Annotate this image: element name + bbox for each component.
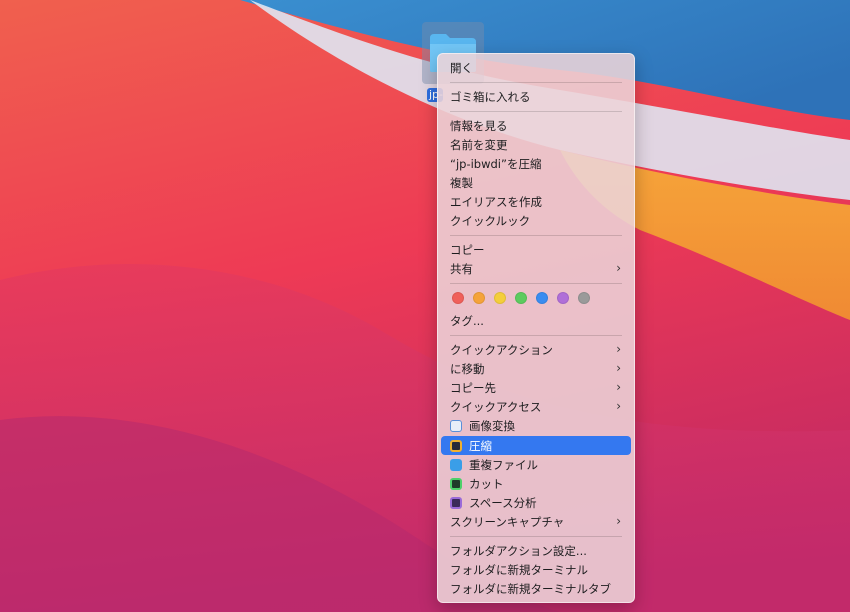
context-menu: 開く ゴミ箱に入れる 情報を見る 名前を変更 “jp-ibwdi”を圧縮 複製 … <box>437 53 635 603</box>
menu-item-label: 圧縮 <box>469 438 492 453</box>
menu-item-get-info[interactable]: 情報を見る <box>441 116 631 135</box>
menu-item-quick-look[interactable]: クイックルック <box>441 211 631 230</box>
menu-item-label: カット <box>469 476 504 491</box>
chevron-right-icon: › <box>616 342 621 356</box>
menu-separator <box>450 335 622 336</box>
menu-item-label: 複製 <box>450 175 473 190</box>
menu-item-label: クイックアクション <box>450 342 553 357</box>
menu-item-label: 共有 <box>450 261 473 276</box>
menu-item-label: スクリーンキャプチャ <box>450 514 565 529</box>
menu-item-label: クイックアクセス <box>450 399 542 414</box>
menu-item-open[interactable]: 開く <box>441 58 631 77</box>
menu-item-make-alias[interactable]: エイリアスを作成 <box>441 192 631 211</box>
scissors-icon <box>450 477 462 490</box>
chevron-right-icon: › <box>616 261 621 275</box>
menu-item-duplicate[interactable]: 複製 <box>441 173 631 192</box>
tag-yellow-dot[interactable] <box>494 292 506 304</box>
tag-color-row <box>452 292 590 306</box>
chevron-right-icon: › <box>616 380 621 394</box>
menu-separator <box>450 536 622 537</box>
menu-item-label: スペース分析 <box>469 495 537 510</box>
menu-item-label: 名前を変更 <box>450 137 508 152</box>
tag-blue-dot[interactable] <box>536 292 548 304</box>
menu-item-new-terminal-at-folder[interactable]: フォルダに新規ターミナル <box>441 560 631 579</box>
tag-purple-dot[interactable] <box>557 292 569 304</box>
menu-item-image-convert[interactable]: 画像変換 <box>441 416 631 435</box>
menu-item-copy-to[interactable]: コピー先 › <box>441 378 631 397</box>
menu-item-label: に移動 <box>450 361 485 376</box>
menu-item-rename[interactable]: 名前を変更 <box>441 135 631 154</box>
menu-item-move-to[interactable]: に移動 › <box>441 359 631 378</box>
menu-item-compress[interactable]: 圧縮 <box>441 436 631 455</box>
menu-separator <box>450 235 622 236</box>
chevron-right-icon: › <box>616 514 621 528</box>
menu-item-folder-action-setup[interactable]: フォルダアクション設定... <box>441 541 631 560</box>
tag-orange-dot[interactable] <box>473 292 485 304</box>
menu-separator <box>450 111 622 112</box>
disk-analyzer-icon <box>450 496 462 509</box>
menu-item-tags[interactable]: タグ... <box>441 311 631 330</box>
menu-item-new-terminal-tab-at-folder[interactable]: フォルダに新規ターミナルタブ <box>441 579 631 598</box>
menu-item-screen-capture[interactable]: スクリーンキャプチャ › <box>441 512 631 531</box>
tag-gray-dot[interactable] <box>578 292 590 304</box>
menu-item-label: エイリアスを作成 <box>450 194 542 209</box>
archive-icon <box>450 439 462 452</box>
tag-green-dot[interactable] <box>515 292 527 304</box>
menu-item-label: “jp-ibwdi”を圧縮 <box>450 156 542 171</box>
menu-separator <box>450 82 622 83</box>
duplicate-files-icon <box>450 458 462 471</box>
chevron-right-icon: › <box>616 361 621 375</box>
menu-item-label: タグ... <box>450 313 484 328</box>
image-convert-icon <box>450 419 462 432</box>
desktop-wallpaper <box>0 0 850 612</box>
tag-red-dot[interactable] <box>452 292 464 304</box>
menu-item-label: 重複ファイル <box>469 457 538 472</box>
menu-item-compress-named[interactable]: “jp-ibwdi”を圧縮 <box>441 154 631 173</box>
menu-item-label: 情報を見る <box>450 118 508 133</box>
menu-item-cut[interactable]: カット <box>441 474 631 493</box>
chevron-right-icon: › <box>616 399 621 413</box>
menu-item-label: コピー <box>450 242 485 257</box>
menu-item-space-analysis[interactable]: スペース分析 <box>441 493 631 512</box>
menu-item-share[interactable]: 共有 › <box>441 259 631 278</box>
menu-item-label: フォルダに新規ターミナル <box>450 562 588 577</box>
menu-item-label: 開く <box>450 60 473 75</box>
menu-item-copy[interactable]: コピー <box>441 240 631 259</box>
menu-item-duplicate-files[interactable]: 重複ファイル <box>441 455 631 474</box>
menu-item-quick-access[interactable]: クイックアクセス › <box>441 397 631 416</box>
menu-item-quick-actions[interactable]: クイックアクション › <box>441 340 631 359</box>
menu-item-label: コピー先 <box>450 380 496 395</box>
menu-separator <box>450 283 622 284</box>
menu-item-label: フォルダアクション設定... <box>450 543 587 558</box>
menu-item-label: ゴミ箱に入れる <box>450 89 531 104</box>
menu-item-label: フォルダに新規ターミナルタブ <box>450 581 611 596</box>
menu-item-label: 画像変換 <box>469 418 515 433</box>
menu-item-label: クイックルック <box>450 213 531 228</box>
menu-item-move-to-trash[interactable]: ゴミ箱に入れる <box>441 87 631 106</box>
